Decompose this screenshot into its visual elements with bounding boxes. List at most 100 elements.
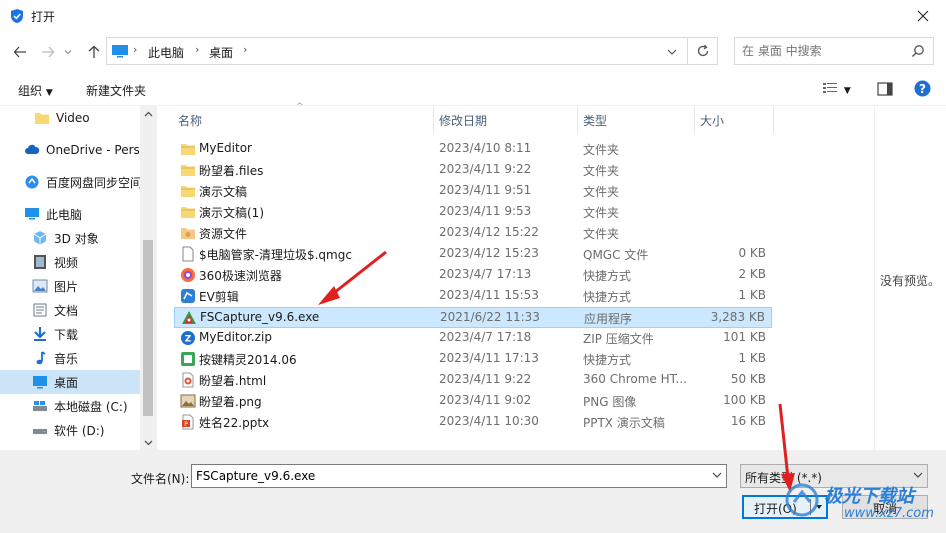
file-row[interactable]: 演示文稿(1) 2023/4/11 9:53 文件夹 (174, 202, 772, 223)
file-row[interactable]: $电脑管家-清理垃圾$.qmgc 2023/4/12 15:23 QMGC 文件 0 … (174, 244, 772, 265)
sidebar-item-onedrive[interactable]: OneDrive - Perso (0, 138, 147, 162)
file-row[interactable]: P 姓名22.pptx 2023/4/11 10:30 PPTX 演示文稿 16 KB (174, 412, 772, 433)
file-name: EV剪辑 (199, 290, 239, 304)
forward-button[interactable] (38, 42, 58, 62)
organize-menu[interactable]: 组织 ▼ (18, 82, 53, 99)
split-divider (810, 499, 811, 515)
up-button[interactable] (84, 42, 104, 62)
file-row[interactable]: 按键精灵2014.06 2023/4/11 17:13 快捷方式 1 KB (174, 349, 772, 370)
sidebar-item-label: 3D 对象 (54, 231, 99, 246)
file-date: 2023/4/7 17:13 (439, 267, 532, 281)
chevron-down-icon[interactable] (667, 47, 677, 57)
sidebar-item-label: 百度网盘同步空间 (46, 175, 143, 190)
filename-label: 文件名(N): (131, 472, 190, 486)
file-name: 姓名22.pptx (199, 416, 270, 430)
sidebar-item-this-pc[interactable]: 此电脑 (0, 202, 140, 226)
open-button[interactable]: 打开(O) (742, 495, 828, 519)
details-view-icon (823, 83, 837, 93)
scroll-up-icon[interactable] (144, 111, 153, 117)
recent-locations-button[interactable] (58, 42, 78, 62)
svg-text:P: P (184, 421, 188, 428)
file-row[interactable]: FSCapture_v9.6.exe 2021/6/22 11:33 应用程序 3,2… (174, 307, 772, 328)
file-type: 文件夹 (583, 206, 620, 220)
sidebar-item-documents[interactable]: 文档 (0, 298, 140, 322)
file-date: 2021/6/22 11:33 (440, 310, 540, 324)
filename-combobox[interactable] (191, 464, 727, 488)
close-icon (917, 10, 929, 22)
sidebar-item-videos[interactable]: 视频 (0, 250, 140, 274)
sidebar-item-3d-objects[interactable]: 3D 对象 (0, 226, 140, 250)
file-name: 360极速浏览器 (199, 269, 282, 283)
close-button[interactable] (900, 0, 946, 32)
preview-pane-button[interactable] (877, 82, 893, 99)
search-box[interactable] (734, 37, 934, 65)
chevron-down-icon[interactable] (814, 499, 824, 515)
breadcrumb-separator: › (133, 43, 138, 56)
help-button[interactable]: ? (914, 80, 931, 100)
column-name-label: 名称 (178, 113, 203, 128)
filename-input[interactable] (196, 469, 696, 483)
sidebar-item-drive-c[interactable]: 本地磁盘 (C:) (0, 394, 140, 418)
file-row[interactable]: 盼望着.html 2023/4/11 9:22 360 Chrome HT... 50… (174, 370, 772, 391)
sidebar-item-music[interactable]: 音乐 (0, 346, 140, 370)
shield-app-icon (11, 9, 23, 23)
filetype-select[interactable]: 所有类型 (*.*) (740, 464, 928, 488)
column-header-type[interactable]: 类型 (579, 106, 695, 134)
column-header-modified[interactable]: 修改日期 (435, 106, 578, 134)
anjian-icon (181, 352, 195, 366)
file-date: 2023/4/11 9:22 (439, 162, 532, 176)
file-name: 按键精灵2014.06 (199, 353, 297, 367)
refresh-button[interactable] (688, 37, 718, 65)
file-size: 3,283 KB (710, 310, 765, 324)
sidebar-item-label: 软件 (D:) (54, 423, 105, 438)
chevron-down-icon[interactable] (712, 469, 722, 481)
column-header-size[interactable]: 大小 (696, 106, 774, 134)
file-size: 0 KB (738, 246, 766, 260)
file-name: 盼望着.files (199, 164, 264, 178)
html-icon (182, 372, 194, 388)
file-row[interactable]: 资源文件 2023/4/12 15:22 文件夹 (174, 223, 772, 244)
file-size: 1 KB (738, 351, 766, 365)
file-name: FSCapture_v9.6.exe (200, 310, 320, 324)
preview-pane-divider (874, 106, 875, 450)
new-folder-button[interactable]: 新建文件夹 (86, 82, 146, 99)
sidebar-item-drive-d[interactable]: 软件 (D:) (0, 418, 140, 442)
file-row[interactable]: 盼望着.files 2023/4/11 9:22 文件夹 (174, 160, 772, 181)
arrow-right-icon (42, 46, 55, 58)
sidebar-item-label: 音乐 (54, 351, 79, 366)
file-type: 文件夹 (583, 185, 620, 199)
search-input[interactable] (742, 44, 902, 58)
sidebar-item-downloads[interactable]: 下载 (0, 322, 140, 346)
file-row[interactable]: 盼望着.png 2023/4/11 9:02 PNG 图像 100 KB (174, 391, 772, 412)
back-button[interactable] (10, 42, 30, 62)
sidebar-item-desktop[interactable]: 桌面 (0, 370, 140, 394)
cancel-button[interactable]: 取消 (842, 495, 928, 519)
file-row[interactable]: 360极速浏览器 2023/4/7 17:13 快捷方式 2 KB (174, 265, 772, 286)
caret-down-icon: ▼ (45, 88, 53, 98)
file-row[interactable]: MyEditor 2023/4/10 8:11 文件夹 (174, 139, 772, 160)
file-row[interactable]: EV剪辑 2023/4/11 15:53 快捷方式 1 KB (174, 286, 772, 307)
address-bar[interactable]: › 此电脑 › 桌面 › (106, 37, 688, 65)
navigation-pane: Video OneDrive - Perso 百度网盘同步空间 此电脑 3D 对… (0, 106, 157, 450)
view-options-button[interactable]: ▼ (822, 81, 851, 98)
sidebar-item-pictures[interactable]: 图片 (0, 274, 140, 298)
sidebar-scrollbar[interactable] (140, 106, 157, 450)
file-name: 盼望着.png (199, 395, 262, 409)
folder-icon (181, 186, 195, 197)
scrollbar-thumb[interactable] (143, 240, 153, 416)
column-header-name[interactable]: 名称 ^ (174, 102, 434, 134)
arrow-up-icon (88, 45, 100, 58)
open-button-label: 打开(O) (754, 502, 797, 516)
download-icon (34, 327, 46, 341)
file-type: 快捷方式 (583, 290, 632, 304)
breadcrumb-this-pc[interactable]: 此电脑 (148, 44, 184, 61)
file-row[interactable]: Z MyEditor.zip 2023/4/7 17:18 ZIP 压缩文件 101 K… (174, 328, 772, 349)
file-row[interactable]: 演示文稿 2023/4/11 9:51 文件夹 (174, 181, 772, 202)
folder-icon (181, 144, 195, 155)
scroll-down-icon[interactable] (144, 440, 153, 446)
sidebar-item-baidu[interactable]: 百度网盘同步空间 (0, 170, 143, 194)
filetype-value: 所有类型 (*.*) (745, 471, 822, 485)
breadcrumb-desktop[interactable]: 桌面 (209, 44, 233, 61)
sidebar-item-video[interactable]: Video (0, 106, 140, 130)
svg-text:Z: Z (185, 335, 192, 345)
